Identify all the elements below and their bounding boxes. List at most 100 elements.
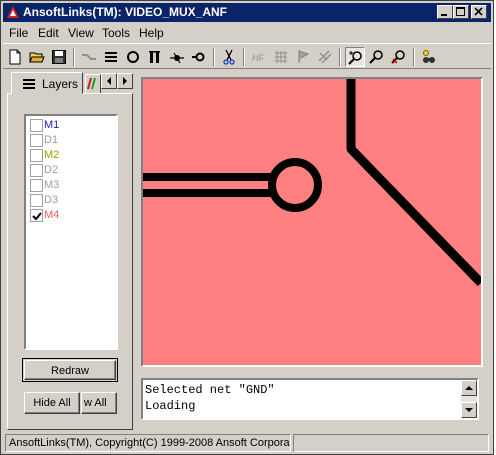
menu-tools[interactable]: Tools <box>102 26 130 40</box>
layer-row[interactable]: D1 <box>28 133 116 148</box>
arrow-up-icon <box>465 386 473 390</box>
menu-bar: File Edit View Tools Help <box>3 23 491 43</box>
toolbar-separator <box>213 48 215 66</box>
output-line: Selected net "GND" <box>145 383 275 397</box>
ansoft-logo-icon <box>7 6 19 18</box>
zoom-icon <box>369 50 383 64</box>
menu-help[interactable]: Help <box>139 26 164 40</box>
layer-name: D3 <box>44 194 59 206</box>
status-bar: AnsoftLinks(TM), Copyright(C) 1999-2008 … <box>3 433 491 452</box>
grid-icon <box>275 51 287 63</box>
show-all-button[interactable]: w All <box>81 392 117 414</box>
circle-icon <box>127 51 139 63</box>
output-scrollbar[interactable] <box>461 380 477 418</box>
layers-stack-icon <box>23 79 35 89</box>
cut-button[interactable] <box>219 47 239 67</box>
svg-text:HF: HF <box>252 53 264 63</box>
tab-nets[interactable] <box>85 74 101 94</box>
scroll-down-button[interactable] <box>461 402 477 418</box>
zoom-button[interactable] <box>367 47 387 67</box>
save-button[interactable] <box>49 47 69 67</box>
layer-name: M4 <box>44 209 60 221</box>
trace-diagonal <box>346 79 481 287</box>
layer-visibility-checkbox[interactable] <box>30 149 43 162</box>
layer-visibility-checkbox[interactable] <box>30 194 43 207</box>
scroll-up-button[interactable] <box>461 380 477 396</box>
layer-row[interactable]: M4 <box>28 208 116 223</box>
redraw-button[interactable]: Redraw <box>24 360 116 380</box>
sidebar-tabs: Layers <box>7 71 133 94</box>
flag-icon <box>298 50 310 63</box>
find-button[interactable] <box>419 47 439 67</box>
save-icon <box>52 50 66 64</box>
maximize-button[interactable] <box>453 5 469 19</box>
layer-row[interactable]: D3 <box>28 193 116 208</box>
layer-visibility-checkbox[interactable] <box>30 164 43 177</box>
status-pane-secondary <box>293 434 489 452</box>
arrow-down-icon <box>465 408 473 412</box>
layer-name: D2 <box>44 164 59 176</box>
component-icon <box>170 52 184 64</box>
output-console[interactable]: Selected net "GND" Loading <box>141 378 479 420</box>
layers-button[interactable] <box>101 47 121 67</box>
grid-button[interactable] <box>271 47 291 67</box>
close-icon <box>474 7 483 16</box>
app-window: AnsoftLinks(TM): VIDEO_MUX_ANF File Edit… <box>0 0 494 455</box>
hide-all-button[interactable]: Hide All <box>24 392 80 414</box>
circle-button[interactable] <box>123 47 143 67</box>
menu-view[interactable]: View <box>68 26 94 40</box>
layout-canvas[interactable] <box>141 77 483 367</box>
layer-visibility-checkbox[interactable] <box>30 179 43 192</box>
status-text: AnsoftLinks(TM), Copyright(C) 1999-2008 … <box>9 437 291 449</box>
hf-button[interactable]: HF <box>249 47 269 67</box>
title-bar[interactable]: AnsoftLinks(TM): VIDEO_MUX_ANF <box>3 3 491 22</box>
columns-icon <box>149 51 160 63</box>
zoom-in-button[interactable] <box>345 47 365 67</box>
arrow-right-icon <box>123 77 127 85</box>
layers-stack-icon <box>105 52 117 62</box>
menu-edit[interactable]: Edit <box>38 26 59 40</box>
layer-name: M1 <box>44 119 60 131</box>
window-title: AnsoftLinks(TM): VIDEO_MUX_ANF <box>23 5 227 19</box>
cut-lines-icon <box>318 50 332 64</box>
toolbar-separator <box>413 48 415 66</box>
minimize-button[interactable] <box>437 5 453 19</box>
via-icon <box>192 52 205 62</box>
find-icon <box>423 50 435 63</box>
tab-layers[interactable]: Layers <box>11 72 83 94</box>
layer-name: M3 <box>44 179 60 191</box>
layer-visibility-checkbox[interactable] <box>30 134 43 147</box>
nets-tab-icon <box>87 77 96 90</box>
via-pad <box>268 158 322 212</box>
layer-visibility-checkbox[interactable] <box>30 119 43 132</box>
tab-scroll-right-button[interactable] <box>117 73 133 89</box>
output-line: Loading <box>145 399 196 413</box>
trace-button[interactable] <box>79 47 99 67</box>
layer-list[interactable]: M1 D1 M2 D2 M3 D3 M4 <box>24 114 118 350</box>
layer-visibility-checkbox[interactable] <box>30 209 43 222</box>
layer-row[interactable]: D2 <box>28 163 116 178</box>
layer-row[interactable]: M3 <box>28 178 116 193</box>
layer-name: M2 <box>44 149 60 161</box>
new-button[interactable] <box>5 47 25 67</box>
cut-lines-button[interactable] <box>315 47 335 67</box>
layer-row[interactable]: M2 <box>28 148 116 163</box>
columns-button[interactable] <box>145 47 165 67</box>
via-button[interactable] <box>189 47 209 67</box>
new-file-icon <box>9 49 21 65</box>
hf-icon: HF <box>252 53 264 63</box>
menu-file[interactable]: File <box>9 26 28 40</box>
zoom-out-button[interactable] <box>389 47 409 67</box>
tab-scroll-left-button[interactable] <box>101 73 117 89</box>
checkmark-icon <box>32 212 42 221</box>
close-button[interactable] <box>471 5 487 19</box>
component-button[interactable] <box>167 47 187 67</box>
open-button[interactable] <box>27 47 47 67</box>
flag-button[interactable] <box>293 47 313 67</box>
arrow-left-icon <box>107 77 111 85</box>
layer-name: D1 <box>44 134 59 146</box>
minimize-icon <box>441 14 447 16</box>
toolbar-separator <box>339 48 341 66</box>
layers-panel: M1 D1 M2 D2 M3 D3 M4 Redraw Hide All w All <box>7 93 133 430</box>
layer-row[interactable]: M1 <box>28 118 116 133</box>
